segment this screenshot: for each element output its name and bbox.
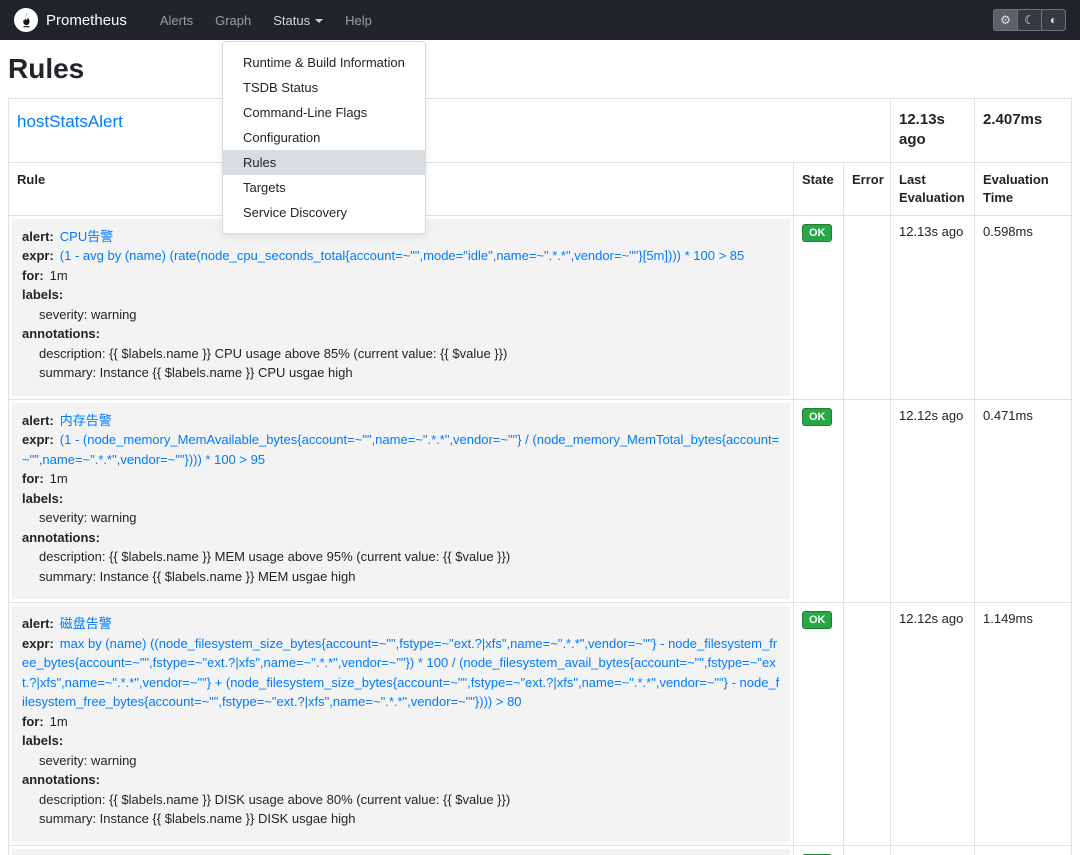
label-severity: severity: warning	[39, 510, 137, 526]
prometheus-logo-icon	[14, 8, 38, 32]
rule-evaluation-time: 0.171ms	[974, 844, 1072, 855]
status-dropdown-menu: Runtime & Build Information TSDB Status …	[222, 41, 426, 234]
group-evaluation-time: 2.407ms	[974, 98, 1072, 163]
rule-error	[842, 844, 892, 855]
alert-name-link[interactable]: 磁盘告警	[60, 616, 112, 631]
rule-error	[842, 214, 892, 400]
menu-item-tsdb-status[interactable]: TSDB Status	[223, 75, 425, 100]
table-row: alert: 内存告警 expr: (1 - (node_memory_MemAva…	[8, 398, 1072, 604]
rule-error	[842, 398, 892, 604]
table-header-row: Rule State Error Last Evaluation Evaluat…	[8, 161, 1072, 216]
rules-table: hostStatsAlert 12.13s ago 2.407ms Rule S…	[8, 98, 1072, 855]
keyword-alert: alert:	[22, 616, 54, 632]
nav-help[interactable]: Help	[334, 13, 383, 28]
nav-alerts[interactable]: Alerts	[149, 13, 204, 28]
alert-name-link[interactable]: 内存告警	[60, 413, 112, 428]
page-content: Rules hostStatsAlert 12.13s ago 2.407ms …	[0, 53, 1080, 855]
menu-item-runtime-build-information[interactable]: Runtime & Build Information	[223, 50, 425, 75]
for-value: 1m	[49, 267, 68, 283]
rule-group-name-link[interactable]: hostStatsAlert	[17, 112, 123, 131]
nav-status[interactable]: Status	[262, 13, 334, 28]
annotation-summary: summary: Instance {{ $labels.name }} CPU…	[39, 365, 353, 381]
menu-item-configuration[interactable]: Configuration	[223, 125, 425, 150]
rule-last-evaluation: 12.13s ago	[890, 214, 975, 400]
keyword-annotations: annotations:	[22, 326, 100, 342]
rule-definition: alert: 内存告警 expr: (1 - (node_memory_MemAva…	[12, 402, 790, 600]
nav-graph[interactable]: Graph	[204, 13, 262, 28]
rule-last-evaluation: 12.12s ago	[890, 398, 975, 604]
page-title: Rules	[8, 53, 85, 84]
brand[interactable]: Prometheus	[14, 8, 127, 32]
annotation-summary: summary: Instance {{ $labels.name }} DIS…	[39, 811, 356, 827]
for-value: 1m	[49, 713, 68, 729]
rule-evaluation-time: 1.149ms	[974, 602, 1072, 846]
keyword-for: for:	[22, 713, 44, 729]
keyword-expr: expr:	[22, 248, 54, 264]
menu-item-command-line-flags[interactable]: Command-Line Flags	[223, 100, 425, 125]
state-badge: OK	[801, 611, 833, 630]
keyword-alert: alert:	[22, 412, 54, 428]
column-header-evaluation-time: Evaluation Time	[974, 161, 1072, 216]
moon-icon: ☾	[1024, 13, 1035, 27]
table-row: alert: 磁盘告警 expr: max by (name) ((node_fil…	[8, 602, 1072, 846]
for-value: 1m	[49, 471, 68, 487]
contrast-icon: ◐	[1049, 13, 1058, 27]
settings-button[interactable]: ⚙	[993, 9, 1018, 31]
keyword-labels: labels:	[22, 490, 64, 506]
rule-definition: alert: CPU告警 expr: (1 - avg by (name) (rat…	[12, 218, 790, 396]
label-severity: severity: warning	[39, 752, 137, 768]
keyword-labels: labels:	[22, 287, 64, 303]
keyword-alert: alert:	[22, 228, 54, 244]
annotation-description: description: {{ $labels.name }} CPU usag…	[39, 345, 508, 361]
rule-evaluation-time: 0.598ms	[974, 214, 1072, 400]
table-row: alert:主机宕机 expr:up == 0 for:1m OK 12.10s…	[8, 844, 1072, 855]
column-header-state: State	[792, 161, 844, 216]
column-header-error: Error	[842, 161, 892, 216]
menu-item-targets[interactable]: Targets	[223, 175, 425, 200]
rule-group-row: hostStatsAlert 12.13s ago 2.407ms	[8, 98, 1072, 163]
state-badge: OK	[801, 407, 833, 426]
annotation-summary: summary: Instance {{ $labels.name }} MEM…	[39, 568, 356, 584]
annotation-description: description: {{ $labels.name }} MEM usag…	[39, 549, 511, 565]
expression-link[interactable]: max by (name) ((node_filesystem_size_byt…	[22, 636, 779, 710]
annotation-description: description: {{ $labels.name }} DISK usa…	[39, 791, 511, 807]
expression-link[interactable]: (1 - avg by (name) (rate(node_cpu_second…	[60, 248, 744, 263]
rule-last-evaluation: 12.10s ago	[890, 844, 975, 855]
keyword-expr: expr:	[22, 432, 54, 448]
expression-link[interactable]: (1 - (node_memory_MemAvailable_bytes{acc…	[22, 432, 779, 467]
rule-error	[842, 602, 892, 846]
theme-toggle-group: ⚙ ☾ ◐	[993, 9, 1066, 31]
table-row: alert: CPU告警 expr: (1 - avg by (name) (rat…	[8, 214, 1072, 400]
group-last-evaluation: 12.13s ago	[890, 98, 975, 163]
brand-label: Prometheus	[46, 11, 127, 29]
menu-item-rules[interactable]: Rules	[223, 150, 425, 175]
rule-definition: alert: 磁盘告警 expr: max by (name) ((node_fil…	[12, 606, 790, 842]
keyword-annotations: annotations:	[22, 529, 100, 545]
label-severity: severity: warning	[39, 306, 137, 322]
keyword-labels: labels:	[22, 733, 64, 749]
keyword-for: for:	[22, 267, 44, 283]
column-header-last-evaluation: Last Evaluation	[890, 161, 975, 216]
keyword-for: for:	[22, 471, 44, 487]
alert-name-link[interactable]: CPU告警	[60, 229, 113, 244]
nav-status-label: Status	[273, 12, 311, 28]
keyword-expr: expr:	[22, 635, 54, 651]
state-badge: OK	[801, 223, 833, 242]
rule-evaluation-time: 0.471ms	[974, 398, 1072, 604]
auto-theme-button[interactable]: ◐	[1041, 9, 1066, 31]
dark-mode-button[interactable]: ☾	[1017, 9, 1042, 31]
gear-icon: ⚙	[1000, 13, 1011, 27]
navbar: Prometheus Alerts Graph Status Help ⚙ ☾ …	[0, 0, 1080, 40]
chevron-down-icon	[315, 19, 324, 24]
rule-last-evaluation: 12.12s ago	[890, 602, 975, 846]
rule-definition: alert:主机宕机 expr:up == 0 for:1m	[12, 848, 790, 855]
keyword-annotations: annotations:	[22, 772, 100, 788]
menu-item-service-discovery[interactable]: Service Discovery	[223, 200, 425, 225]
